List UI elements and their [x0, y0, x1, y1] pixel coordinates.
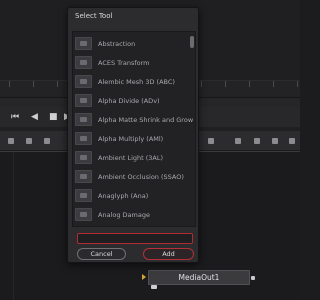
- stop-icon[interactable]: ■: [49, 107, 58, 127]
- skip-to-start-icon[interactable]: ⏮: [11, 107, 19, 127]
- tool-list-item[interactable]: Aperture Diffraction: [73, 225, 191, 226]
- play-reverse-icon[interactable]: ◀: [31, 107, 38, 127]
- tool-list-item-label: Alpha Matte Shrink and Grow: [98, 116, 194, 124]
- alpha-matte-icon: [75, 113, 92, 126]
- tool-list-item[interactable]: Analog Damage: [73, 206, 191, 224]
- toolbar-tool-icon[interactable]: [204, 134, 218, 148]
- toolbar-tool-icon[interactable]: [231, 134, 245, 148]
- media-out-node[interactable]: MediaOut1: [148, 270, 250, 285]
- tool-list-item-label: Analog Damage: [98, 211, 150, 219]
- toolbar-tool-icon[interactable]: [4, 134, 18, 148]
- node-output-port[interactable]: [251, 276, 255, 280]
- tool-list-item-label: Aperture Diffraction: [98, 225, 162, 226]
- tool-list-item-label: Ambient Occlusion (SSAO): [98, 173, 184, 181]
- anaglyph-icon: [75, 189, 92, 202]
- tool-search-input[interactable]: [77, 233, 193, 244]
- tool-list-scrollbar[interactable]: [190, 34, 194, 224]
- tool-list-item-label: Ambient Light (3AL): [98, 154, 164, 162]
- tool-list-item[interactable]: Alpha Divide (ADv): [73, 92, 191, 110]
- node-input-port[interactable]: [142, 274, 146, 280]
- tool-list-item[interactable]: ACES Transform: [73, 54, 191, 72]
- tool-list-item[interactable]: Alpha Matte Shrink and Grow: [73, 111, 194, 129]
- node-mask-port[interactable]: [151, 285, 157, 289]
- tool-list-item[interactable]: Ambient Light (3AL): [73, 149, 191, 167]
- tool-list-item[interactable]: Alembic Mesh 3D (ABC): [73, 73, 191, 91]
- tool-list-item-label: Alembic Mesh 3D (ABC): [98, 78, 175, 86]
- tool-list-item-label: Alpha Divide (ADv): [98, 97, 160, 105]
- cancel-button[interactable]: Cancel: [77, 248, 126, 260]
- tool-list-item-label: Anaglyph (Ana): [98, 192, 149, 200]
- node-editor-guide: [13, 152, 14, 300]
- tool-list-item[interactable]: Alpha Multiply (AMl): [73, 130, 191, 148]
- dialog-title: Select Tool: [75, 12, 113, 20]
- toolbar-tool-icon[interactable]: [268, 134, 282, 148]
- alpha-multiply-icon: [75, 132, 92, 145]
- tool-list-item-label: ACES Transform: [98, 59, 150, 67]
- select-tool-dialog: Select Tool Abstraction ACES Transform Ale…: [67, 7, 199, 263]
- ambient-occlusion-icon: [75, 170, 92, 183]
- alembic-mesh-icon: [75, 75, 92, 88]
- analog-damage-icon: [75, 208, 92, 221]
- node-label: MediaOut1: [178, 273, 220, 282]
- add-button[interactable]: Add: [143, 248, 194, 260]
- scrollbar-thumb[interactable]: [190, 36, 194, 48]
- tool-list-item-label: Abstraction: [98, 40, 136, 48]
- aces-transform-icon: [75, 56, 92, 69]
- tool-list-item[interactable]: Ambient Occlusion (SSAO): [73, 168, 191, 186]
- toolbar-tool-icon[interactable]: [40, 134, 54, 148]
- abstraction-icon: [75, 37, 92, 50]
- tool-list[interactable]: Abstraction ACES Transform Alembic Mesh 3D…: [72, 31, 196, 227]
- toolbar-tool-icon[interactable]: [250, 134, 264, 148]
- alpha-divide-icon: [75, 94, 92, 107]
- ambient-light-icon: [75, 151, 92, 164]
- toolbar-tool-icon[interactable]: [22, 134, 36, 148]
- tool-list-item[interactable]: Abstraction: [73, 35, 191, 53]
- tool-list-item[interactable]: Anaglyph (Ana): [73, 187, 191, 205]
- tool-list-item-label: Alpha Multiply (AMl): [98, 135, 164, 143]
- toolbar-tool-icon[interactable]: [285, 134, 299, 148]
